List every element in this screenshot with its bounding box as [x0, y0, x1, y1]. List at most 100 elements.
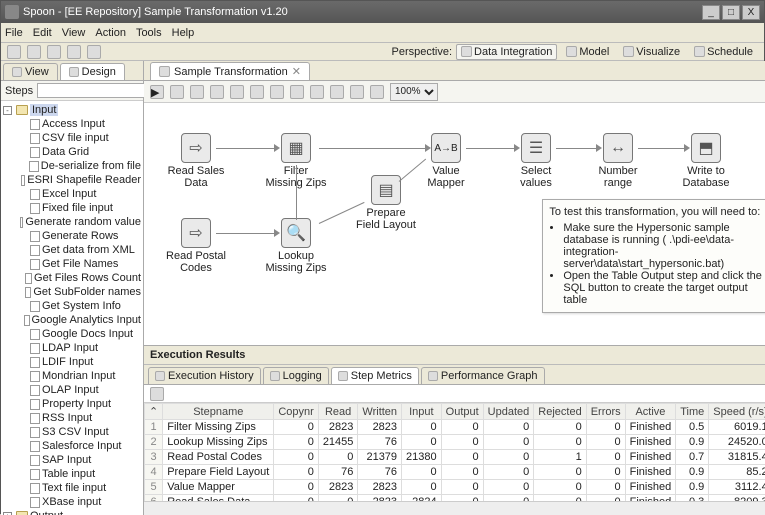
tree-item[interactable]: Salesforce Input [15, 439, 143, 453]
close-button[interactable]: X [742, 5, 760, 20]
tree-item[interactable]: Get SubFolder names [15, 285, 143, 299]
preview-icon[interactable] [210, 85, 224, 99]
perspective-schedule[interactable]: Schedule [689, 44, 758, 60]
perspective-visualize[interactable]: Visualize [618, 44, 685, 60]
collapse-icon[interactable]: - [3, 106, 12, 115]
tree-item[interactable]: Generate random value [15, 215, 143, 229]
rtab-performance[interactable]: Performance Graph [421, 367, 545, 384]
debug-icon[interactable] [230, 85, 244, 99]
tree-item[interactable]: XBase input [15, 495, 143, 509]
perspective-model[interactable]: Model [561, 44, 614, 60]
tree-item[interactable]: OLAP Input [15, 383, 143, 397]
hop[interactable] [216, 148, 276, 149]
step-select-values[interactable]: ☰Select values [504, 133, 568, 189]
menu-help[interactable]: Help [172, 27, 195, 39]
zoom-fit-icon[interactable] [370, 85, 384, 99]
impact-icon[interactable] [290, 85, 304, 99]
pause-icon[interactable] [170, 85, 184, 99]
step-tree[interactable]: -Input Access InputCSV file inputData Gr… [1, 101, 143, 515]
tree-item[interactable]: De-serialize from file [15, 159, 143, 173]
col-header[interactable]: Input [402, 404, 442, 420]
menu-view[interactable]: View [62, 27, 86, 39]
table-row[interactable]: 2Lookup Missing Zips0214557600000Finishe… [145, 435, 765, 450]
rownum-header[interactable]: ⌃ [145, 404, 163, 420]
menu-edit[interactable]: Edit [33, 27, 52, 39]
open-icon[interactable] [27, 45, 41, 59]
menu-file[interactable]: File [5, 27, 23, 39]
verify-icon[interactable] [270, 85, 284, 99]
menu-tools[interactable]: Tools [136, 27, 162, 39]
saveas-icon[interactable] [87, 45, 101, 59]
zoom-select[interactable]: 100% [390, 83, 438, 101]
tree-item[interactable]: CSV file input [15, 131, 143, 145]
new-icon[interactable] [7, 45, 21, 59]
tree-item[interactable]: Fixed file input [15, 201, 143, 215]
table-row[interactable]: 5Value Mapper02823282300000Finished0.931… [145, 480, 765, 495]
hop[interactable] [319, 148, 427, 149]
col-header[interactable]: Copynr [274, 404, 318, 420]
tree-item[interactable]: Get data from XML [15, 243, 143, 257]
minimize-button[interactable]: _ [702, 5, 720, 20]
step-read-sales[interactable]: ⇨Read Sales Data [164, 133, 228, 189]
tree-item[interactable]: Get System Info [15, 299, 143, 313]
canvas-note[interactable]: To test this transformation, you will ne… [542, 199, 765, 313]
step-lookup[interactable]: 🔍Lookup Missing Zips [264, 218, 328, 274]
tree-item[interactable]: Google Docs Input [15, 327, 143, 341]
tree-item[interactable]: Text file input [15, 481, 143, 495]
tree-folder[interactable]: +Output [1, 509, 143, 515]
tree-item[interactable]: S3 CSV Input [15, 425, 143, 439]
canvas[interactable]: ⇨Read Sales Data ▦Filter Missing Zips A→… [144, 103, 765, 345]
col-header[interactable]: Output [441, 404, 483, 420]
hop[interactable] [216, 233, 276, 234]
table-row[interactable]: 3Read Postal Codes0021379213800010Finish… [145, 450, 765, 465]
tree-item[interactable]: Get File Names [15, 257, 143, 271]
replay-icon[interactable] [250, 85, 264, 99]
menu-action[interactable]: Action [95, 27, 126, 39]
tree-item[interactable]: Property Input [15, 397, 143, 411]
tree-item[interactable]: SAP Input [15, 453, 143, 467]
tree-item[interactable]: Access Input [15, 117, 143, 131]
h-scrollbar[interactable] [144, 501, 765, 515]
rtab-step-metrics[interactable]: Step Metrics [331, 367, 419, 384]
expand-icon[interactable]: + [3, 512, 12, 515]
step-write-db[interactable]: ⬒Write to Database [674, 133, 738, 189]
maximize-button[interactable]: □ [722, 5, 740, 20]
col-header[interactable]: Written [358, 404, 402, 420]
tree-item[interactable]: Table input [15, 467, 143, 481]
col-header[interactable]: Rejected [534, 404, 586, 420]
col-header[interactable]: Time [676, 404, 709, 420]
table-row[interactable]: 1Filter Missing Zips02823282300000Finish… [145, 420, 765, 435]
step-read-postal[interactable]: ⇨Read Postal Codes [164, 218, 228, 274]
tree-item[interactable]: Data Grid [15, 145, 143, 159]
tab-design[interactable]: Design [60, 63, 125, 80]
tree-item[interactable]: Excel Input [15, 187, 143, 201]
show-results-icon[interactable] [350, 85, 364, 99]
explore-icon[interactable] [47, 45, 61, 59]
tree-item[interactable]: Google Analytics Input [15, 313, 143, 327]
hop[interactable] [466, 148, 516, 149]
step-number-range[interactable]: ↔Number range [586, 133, 650, 189]
hop[interactable] [638, 148, 686, 149]
sql-icon[interactable] [310, 85, 324, 99]
rtab-history[interactable]: Execution History [148, 367, 261, 384]
tab-view[interactable]: View [3, 63, 58, 80]
col-header[interactable]: Active [625, 404, 676, 420]
close-tab-icon[interactable]: ✕ [292, 65, 301, 78]
run-icon[interactable]: ▶ [150, 85, 164, 99]
tree-item[interactable]: LDIF Input [15, 355, 143, 369]
table-row[interactable]: 4Prepare Field Layout0767600000Finished0… [145, 465, 765, 480]
canvas-tab[interactable]: Sample Transformation ✕ [150, 62, 310, 80]
col-header[interactable]: Speed (r/s) [709, 404, 765, 420]
save-icon[interactable] [67, 45, 81, 59]
metrics-grid[interactable]: ⌃StepnameCopynrReadWrittenInputOutputUpd… [144, 403, 765, 501]
tree-item[interactable]: RSS Input [15, 411, 143, 425]
hop[interactable] [296, 165, 297, 220]
perspective-data-integration[interactable]: Data Integration [456, 44, 557, 60]
col-header[interactable]: Read [318, 404, 358, 420]
stop-icon[interactable] [190, 85, 204, 99]
hop[interactable] [556, 148, 598, 149]
tree-item[interactable]: Get Files Rows Count [15, 271, 143, 285]
tree-item[interactable]: Generate Rows [15, 229, 143, 243]
col-header[interactable]: Stepname [163, 404, 274, 420]
tree-item[interactable]: ESRI Shapefile Reader [15, 173, 143, 187]
